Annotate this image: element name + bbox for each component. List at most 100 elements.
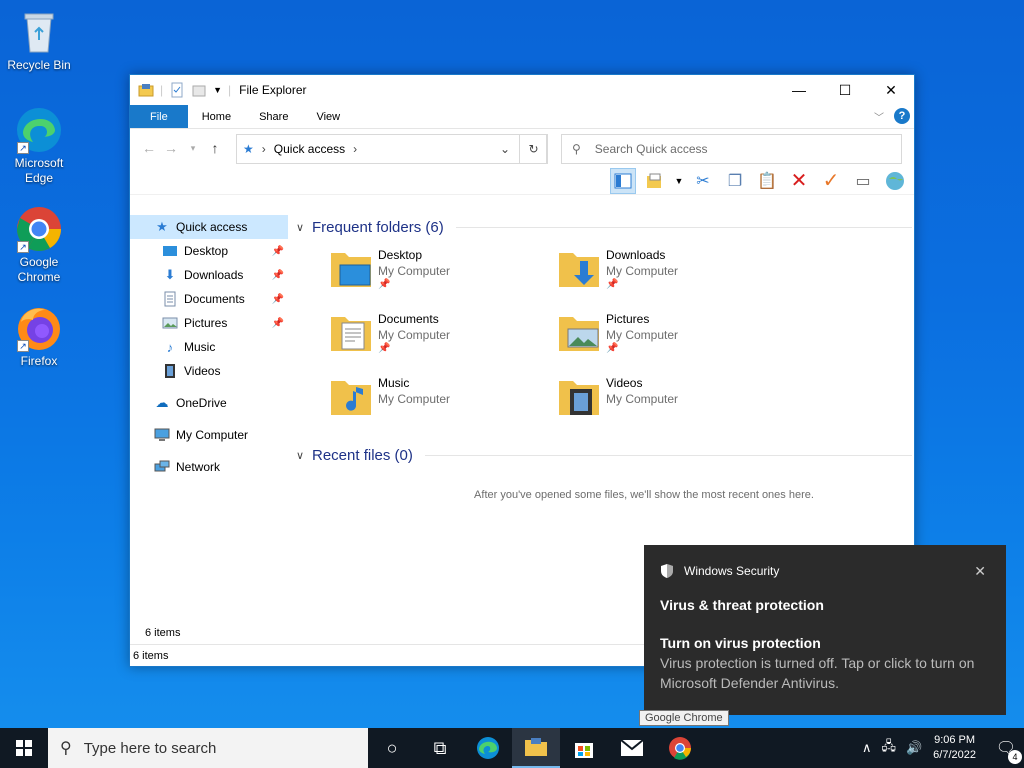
clock[interactable]: 9:06 PM 6/7/2022 (933, 733, 976, 763)
globe-icon[interactable] (882, 168, 908, 194)
task-view-icon[interactable]: ⧉ (416, 728, 464, 768)
breadcrumb-chevron-icon[interactable]: › (353, 142, 357, 156)
nav-pictures[interactable]: Pictures 📌 (130, 311, 288, 335)
back-button[interactable]: ← (138, 140, 160, 156)
folder-name: Documents (378, 312, 439, 326)
nav-onedrive[interactable]: ☁ OneDrive (130, 391, 288, 415)
taskbar-search-placeholder: Type here to search (83, 739, 217, 757)
view-dropdown-icon[interactable]: ▼ (674, 168, 684, 194)
breadcrumb-chevron-icon[interactable]: › (262, 142, 266, 156)
folder-tile-videos[interactable]: Videos My Computer (558, 375, 786, 427)
copy-icon[interactable]: ❐ (722, 168, 748, 194)
nav-videos[interactable]: Videos (130, 359, 288, 383)
maximize-button[interactable]: ☐ (822, 75, 868, 105)
folder-location: My Computer (378, 328, 451, 342)
close-button[interactable]: ✕ (868, 75, 914, 105)
pin-icon: 📌 (271, 245, 284, 257)
tab-home[interactable]: Home (188, 105, 245, 128)
nav-my-computer[interactable]: My Computer (130, 423, 288, 447)
nav-label: OneDrive (176, 396, 227, 410)
pin-icon: 📌 (378, 279, 391, 290)
start-button[interactable] (0, 728, 48, 768)
refresh-button[interactable]: ↻ (519, 134, 548, 164)
taskbar-store-icon[interactable] (560, 728, 608, 768)
expand-ribbon-icon[interactable]: ﹀ (874, 109, 884, 124)
folder-tile-downloads[interactable]: Downloads My Computer 📌 (558, 247, 786, 299)
title-bar: | ▼ | File Explorer — ☐ ✕ (130, 75, 914, 105)
explorer-app-icon (138, 82, 154, 98)
folder-location: My Computer (606, 392, 679, 406)
window-controls: — ☐ ✕ (776, 75, 914, 105)
nav-music[interactable]: ♪ Music (130, 335, 288, 359)
collapse-chevron-icon[interactable]: ∨ (296, 449, 312, 462)
collapse-chevron-icon[interactable]: ∨ (296, 221, 312, 234)
action-center-icon[interactable]: 🗨 4 (988, 738, 1024, 764)
edge-icon: ↗ (15, 106, 63, 154)
folder-name: Desktop (378, 248, 423, 262)
new-folder-icon[interactable] (191, 82, 207, 98)
toast-close-icon[interactable]: ✕ (974, 563, 986, 580)
documents-folder-icon (330, 311, 372, 353)
taskbar-mail-icon[interactable] (608, 728, 656, 768)
taskbar-file-explorer-icon[interactable] (512, 728, 560, 768)
nav-quick-access[interactable]: ★ Quick access (130, 215, 288, 239)
videos-film-icon (162, 363, 178, 379)
shortcut-arrow-icon: ↗ (17, 241, 29, 253)
rename-icon[interactable]: ▭ (850, 168, 876, 194)
pictures-folder-icon (558, 311, 600, 353)
show-hidden-icons-chevron-icon[interactable]: ∧ (862, 740, 872, 756)
network-tray-icon[interactable]: 🖧 (881, 737, 896, 759)
tab-share[interactable]: Share (245, 105, 302, 128)
nav-downloads[interactable]: ⬇ Downloads 📌 (130, 263, 288, 287)
windows-security-toast[interactable]: Windows Security ✕ Virus & threat protec… (644, 545, 1006, 715)
folder-tile-desktop[interactable]: Desktop My Computer 📌 (330, 247, 558, 299)
desktop-icon-edge[interactable]: ↗ Microsoft Edge (4, 106, 74, 186)
help-icon[interactable]: ? (894, 108, 910, 124)
taskbar-search-box[interactable]: ⚲ Type here to search (48, 728, 368, 768)
taskbar-chrome-icon[interactable] (656, 728, 704, 768)
up-button[interactable]: ↑ (204, 140, 226, 156)
nav-documents[interactable]: Documents 📌 (130, 287, 288, 311)
frequent-folders-header[interactable]: ∨ Frequent folders (6) (296, 215, 912, 239)
check-icon[interactable]: ✓ (818, 168, 844, 194)
nav-network[interactable]: Network (130, 455, 288, 479)
address-dropdown-icon[interactable]: ⌄ (500, 142, 510, 156)
address-bar[interactable]: ★ › Quick access › ⌄ (236, 134, 547, 164)
desktop-icon-firefox[interactable]: ↗ Firefox (4, 304, 74, 369)
taskbar-edge-icon[interactable] (464, 728, 512, 768)
folder-tile-documents[interactable]: Documents My Computer 📌 (330, 311, 558, 363)
desktop-icon-chrome[interactable]: ↗ Google Chrome (4, 205, 74, 285)
tab-view[interactable]: View (302, 105, 354, 128)
forward-button[interactable]: → (160, 140, 182, 156)
folder-tile-pictures[interactable]: Pictures My Computer 📌 (558, 311, 786, 363)
customize-qat-icon[interactable]: ▼ (213, 85, 222, 95)
folder-name: Downloads (606, 248, 666, 262)
chrome-icon: ↗ (15, 205, 63, 253)
cortana-icon[interactable]: ○ (368, 728, 416, 768)
properties-icon[interactable] (169, 82, 185, 98)
folder-location: My Computer (606, 328, 679, 342)
volume-icon[interactable]: 🔊 (906, 740, 922, 756)
videos-folder-icon (558, 375, 600, 417)
tab-file[interactable]: File (130, 105, 188, 128)
recent-locations-icon[interactable]: ▾ (182, 143, 204, 154)
shortcut-arrow-icon: ↗ (17, 340, 29, 352)
breadcrumb-quick-access[interactable]: Quick access (274, 142, 345, 156)
recent-files-header[interactable]: ∨ Recent files (0) (296, 443, 912, 467)
cut-icon[interactable]: ✂ (690, 168, 716, 194)
paste-icon[interactable]: 📋 (754, 168, 780, 194)
nav-desktop[interactable]: Desktop 📌 (130, 239, 288, 263)
desktop-icon-label: Google Chrome (17, 255, 61, 284)
view-options-icon[interactable] (642, 168, 668, 194)
preview-pane-icon[interactable] (610, 167, 636, 194)
minimize-button[interactable]: — (776, 75, 822, 105)
search-icon: ⚲ (572, 142, 581, 156)
delete-icon[interactable]: ✕ (786, 168, 812, 194)
notification-badge: 4 (1008, 750, 1022, 764)
search-box[interactable]: ⚲ Search Quick access (561, 134, 902, 164)
folder-tile-music[interactable]: Music My Computer (330, 375, 558, 427)
desktop-icon-recycle-bin[interactable]: Recycle Bin (4, 8, 74, 73)
chrome-tooltip: Google Chrome (639, 710, 729, 726)
search-icon: ⚲ (60, 740, 72, 757)
nav-label: Videos (184, 364, 221, 378)
